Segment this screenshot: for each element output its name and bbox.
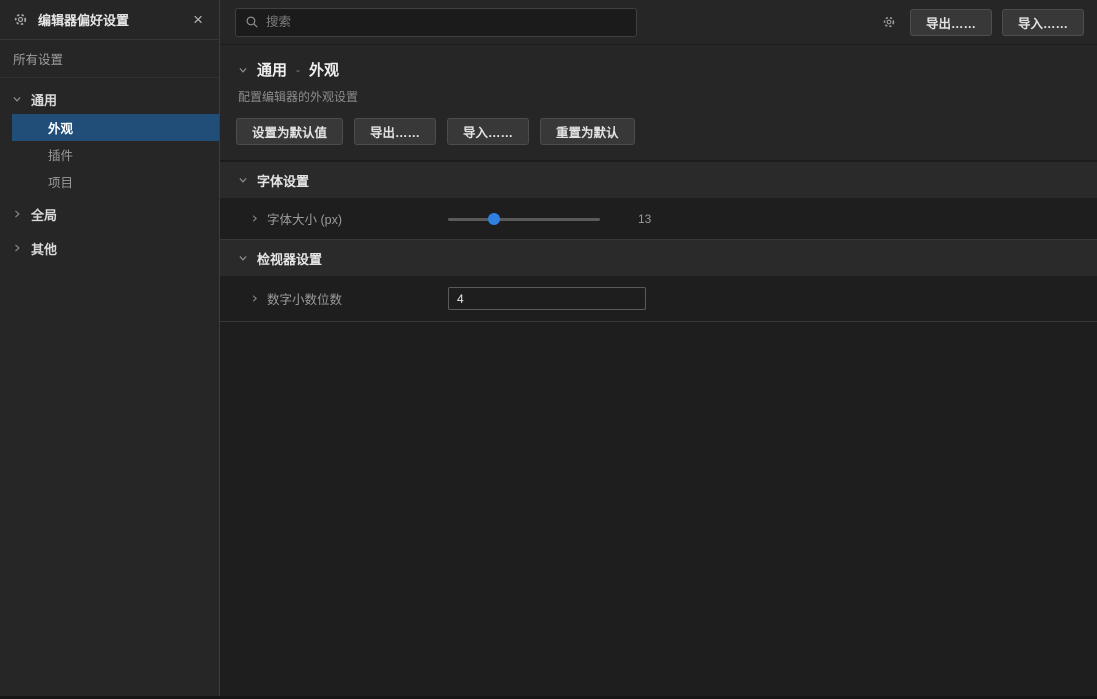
setting-row-font-size: 字体大小 (px) 13 — [220, 198, 1097, 240]
chevron-down-icon[interactable] — [238, 65, 248, 75]
reset-to-default-button[interactable]: 重置为默认 — [540, 118, 635, 145]
topbar: 导出…… 导入…… — [220, 0, 1097, 45]
chevron-right-icon — [12, 243, 22, 253]
chevron-right-icon — [250, 294, 259, 303]
settings-tree: 通用 外观 插件 项目 全局 其他 — [0, 78, 219, 263]
breadcrumb-parent: 通用 — [257, 59, 287, 80]
tree-item-label: 通用 — [31, 90, 57, 109]
sidebar-item-all-settings[interactable]: 所有设置 — [0, 40, 219, 78]
page-description: 配置编辑器的外观设置 — [236, 88, 1081, 105]
tree-item-label: 其他 — [31, 239, 57, 258]
tree-item-project[interactable]: 项目 — [12, 168, 219, 195]
gear-icon[interactable] — [882, 15, 896, 29]
font-size-control: 13 — [448, 212, 651, 226]
search-box[interactable] — [235, 8, 637, 37]
tree-item-other[interactable]: 其他 — [0, 233, 219, 263]
font-size-slider[interactable] — [448, 212, 600, 226]
export-button[interactable]: 导出…… — [910, 9, 992, 36]
sidebar-header: 编辑器偏好设置 × — [0, 0, 219, 40]
section-title: 检视器设置 — [257, 249, 322, 268]
sidebar: 编辑器偏好设置 × 所有设置 通用 外观 插件 项目 全局 — [0, 0, 220, 696]
page-title: 外观 — [309, 59, 339, 80]
slider-track[interactable] — [448, 218, 600, 221]
setting-label-group[interactable]: 字体大小 (px) — [250, 209, 448, 228]
section-header-inspector-settings[interactable]: 检视器设置 — [220, 240, 1097, 276]
page-overview: 通用 - 外观 配置编辑器的外观设置 设置为默认值 导出…… 导入…… 重置为默… — [220, 45, 1097, 162]
setting-row-decimal-places: 数字小数位数 — [220, 276, 1097, 322]
tree-item-label: 全局 — [31, 205, 57, 224]
tree-item-global[interactable]: 全局 — [0, 199, 219, 229]
chevron-right-icon — [250, 214, 259, 223]
section-header-font-settings[interactable]: 字体设置 — [220, 162, 1097, 198]
export-button[interactable]: 导出…… — [354, 118, 436, 145]
preferences-window: 编辑器偏好设置 × 所有设置 通用 外观 插件 项目 全局 — [0, 0, 1097, 699]
search-input[interactable] — [266, 15, 627, 29]
chevron-down-icon — [238, 253, 248, 263]
tree-item-plugins[interactable]: 插件 — [12, 141, 219, 168]
import-button[interactable]: 导入…… — [1002, 9, 1084, 36]
breadcrumb: 通用 - 外观 — [236, 57, 1081, 80]
slider-thumb[interactable] — [488, 213, 500, 225]
main-panel: 导出…… 导入…… 通用 - 外观 配置编辑器的外观设置 设置为默认值 导出……… — [220, 0, 1097, 696]
window-title: 编辑器偏好设置 — [38, 10, 189, 29]
setting-label: 字体大小 (px) — [267, 209, 342, 228]
section-title: 字体设置 — [257, 171, 309, 190]
search-icon — [245, 15, 259, 29]
action-buttons: 设置为默认值 导出…… 导入…… 重置为默认 — [236, 118, 1081, 145]
gear-icon — [13, 12, 28, 27]
decimal-places-control — [448, 287, 646, 310]
close-icon[interactable]: × — [189, 9, 207, 30]
chevron-down-icon — [12, 94, 22, 104]
tree-item-appearance[interactable]: 外观 — [12, 114, 219, 141]
set-as-default-button[interactable]: 设置为默认值 — [236, 118, 343, 145]
setting-label-group[interactable]: 数字小数位数 — [250, 289, 448, 308]
import-button[interactable]: 导入…… — [447, 118, 529, 145]
chevron-down-icon — [238, 175, 248, 185]
tree-item-general[interactable]: 通用 — [0, 84, 219, 114]
chevron-right-icon — [12, 209, 22, 219]
topbar-actions: 导出…… 导入…… — [882, 9, 1084, 36]
setting-label: 数字小数位数 — [267, 289, 342, 308]
font-size-value: 13 — [638, 212, 651, 226]
breadcrumb-separator: - — [296, 63, 300, 77]
decimal-places-input[interactable] — [448, 287, 646, 310]
